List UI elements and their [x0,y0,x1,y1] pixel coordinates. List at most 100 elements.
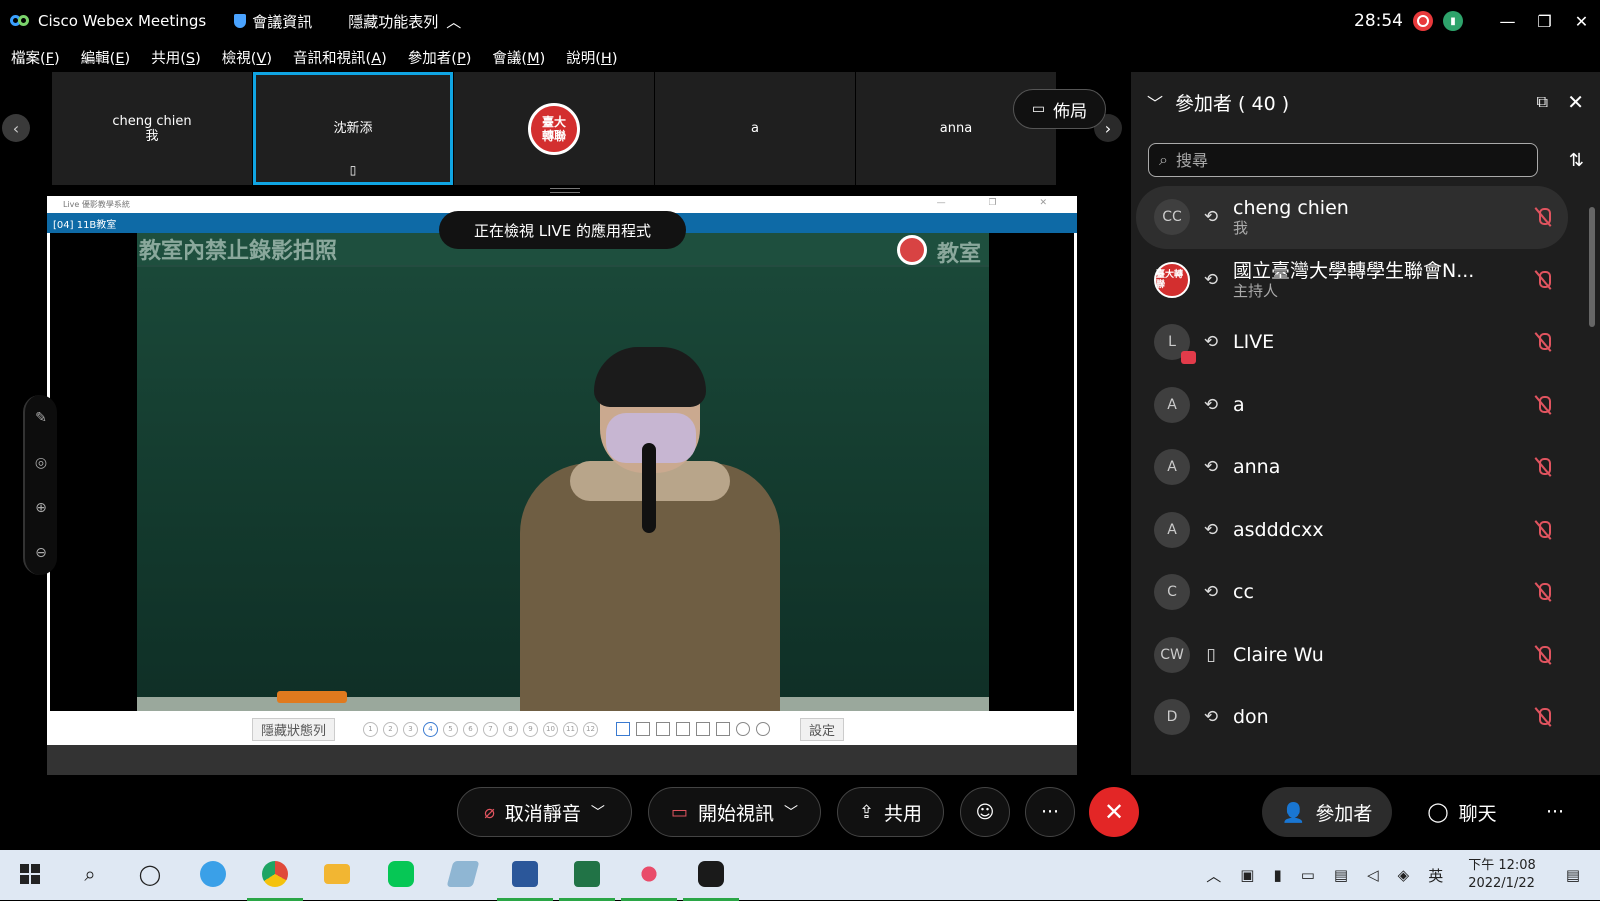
page-number[interactable]: 12 [583,721,599,737]
thumbnail-host[interactable]: 臺大轉聯 [454,72,654,185]
notification-icon[interactable]: ▤ [1566,866,1580,884]
page-number[interactable]: 10 [543,721,559,737]
muted-mic-icon[interactable] [1534,457,1552,477]
share-button[interactable]: ⇪ 共用 [837,787,944,837]
meet-now-icon[interactable]: ▣ [1240,866,1254,884]
participant-row[interactable]: CW ▯ Claire Wu [1136,624,1568,687]
panel-more-button[interactable]: ··· [1535,787,1575,837]
grid-4-icon[interactable] [676,722,691,736]
grid-3-icon[interactable] [656,722,671,736]
network-health-icon[interactable]: ▮ [1443,11,1463,31]
unmute-button[interactable]: ⌀ 取消靜音 ﹀ [457,787,632,837]
muted-mic-icon[interactable] [1534,707,1552,727]
excel-icon[interactable] [559,859,615,901]
participant-row[interactable]: D ⟲ don [1136,686,1568,749]
snipping-tool-icon[interactable] [621,859,677,901]
page-number[interactable]: 2 [383,721,399,737]
muted-mic-icon[interactable] [1534,520,1552,540]
hide-status-button[interactable]: 隱藏狀態列 [252,717,336,741]
start-video-button[interactable]: ▭ 開始視訊 ﹀ [648,787,821,837]
menu-share[interactable]: 共用(S) [151,47,201,68]
chevron-down-icon[interactable]: ﹀ [784,802,798,822]
zoom-out-icon[interactable]: ⊖ [35,545,47,561]
participant-row[interactable]: CC ⟲ cheng chien 我 [1136,186,1568,249]
notes-icon[interactable] [446,859,480,889]
collapse-chevron-icon[interactable]: ﹀ [1147,90,1163,114]
grid-2-icon[interactable] [636,722,651,736]
minimize-button[interactable]: — [1489,12,1526,31]
ie-icon[interactable] [198,859,228,889]
menu-file[interactable]: 檔案(F) [11,47,60,68]
search-box[interactable]: ⌕ [1148,143,1538,177]
menu-view[interactable]: 檢視(V) [222,47,272,68]
menu-meeting[interactable]: 會議(M) [492,47,545,68]
chevron-down-icon[interactable]: ﹀ [591,802,605,822]
dropbox-icon[interactable]: ◈ [1398,866,1410,884]
layout-button[interactable]: ▭ 佈局 [1013,89,1106,129]
start-button[interactable] [15,859,45,889]
thumb-prev-button[interactable]: ‹ [2,114,30,142]
task-view-icon[interactable]: ◯ [135,859,165,889]
menu-audio-video[interactable]: 音訊和視訊(A) [293,47,387,68]
hide-menu-button[interactable]: 隱藏功能表列 ︿ [348,11,461,32]
panel-scrollbar[interactable] [1589,207,1595,327]
participant-row[interactable]: 臺大轉聯 ⟲ 國立臺灣大學轉學生聯會N... 主持人 [1136,249,1568,312]
chat-toggle-button[interactable]: ◯ 聊天 [1412,787,1512,837]
participant-row[interactable]: A ⟲ asdddcxx [1136,499,1568,562]
more-options-button[interactable]: ··· [1025,787,1075,837]
chevron-up-icon[interactable]: ︿ [1206,865,1221,886]
participant-row[interactable]: L ⟲ LIVE [1136,311,1568,374]
thumbnail-active-speaker[interactable]: 沈新添 ▯ [253,72,453,185]
page-number[interactable]: 6 [463,721,479,737]
reactions-button[interactable]: ☺ [960,787,1010,837]
pen-icon[interactable]: ✎ [35,410,47,426]
muted-mic-icon[interactable] [1534,270,1552,290]
participants-toggle-button[interactable]: 👤 參加者 [1262,787,1392,837]
menu-help[interactable]: 說明(H) [566,47,617,68]
muted-mic-icon[interactable] [1534,395,1552,415]
leave-meeting-button[interactable]: ✕ [1089,787,1139,837]
file-explorer-icon[interactable] [322,859,352,889]
line-icon[interactable] [386,859,416,889]
close-window-button[interactable]: ✕ [1563,12,1600,31]
page-number[interactable]: 3 [403,721,419,737]
page-number[interactable]: 1 [363,721,379,737]
grid-1-icon[interactable] [616,722,631,736]
menu-participants[interactable]: 參加者(P) [408,47,472,68]
muted-mic-icon[interactable] [1534,332,1552,352]
chrome-icon[interactable] [247,859,303,901]
menu-edit[interactable]: 編輯(E) [81,47,131,68]
close-panel-icon[interactable]: ✕ [1567,90,1584,114]
participant-row[interactable]: A ⟲ a [1136,374,1568,437]
battery-icon[interactable]: ▭ [1301,866,1315,884]
muted-mic-icon[interactable] [1534,207,1552,227]
restore-button[interactable]: ❐ [1526,12,1563,31]
thumbnail-cheng-chien[interactable]: cheng chien 我 [52,72,252,185]
word-icon[interactable] [497,859,553,901]
search-input[interactable] [1175,150,1496,170]
page-number[interactable]: 5 [443,721,459,737]
muted-mic-icon[interactable] [1534,582,1552,602]
page-number[interactable]: 7 [483,721,499,737]
grid-6-icon[interactable] [716,722,731,736]
page-number[interactable]: 9 [523,721,539,737]
search-icon[interactable]: ⌕ [75,859,105,889]
arrow-down-icon[interactable] [756,722,771,736]
resize-handle[interactable] [550,188,580,193]
microphone-icon[interactable]: ▮ [1273,866,1281,884]
arrow-up-icon[interactable] [736,722,751,736]
thumbnail-a[interactable]: a [655,72,855,185]
page-number-current[interactable]: 4 [423,721,439,737]
recording-icon[interactable] [1413,11,1433,31]
network-icon[interactable]: ▤ [1334,866,1348,884]
zoom-in-icon[interactable]: ⊕ [35,500,47,516]
grid-5-icon[interactable] [696,722,711,736]
clock[interactable]: 下午 12:08 2022/1/22 [1468,857,1536,893]
participant-row[interactable]: A ⟲ anna [1136,436,1568,499]
ime-indicator[interactable]: 英 [1428,865,1443,886]
participant-row[interactable]: C ⟲ cc [1136,561,1568,624]
volume-icon[interactable]: ◁ [1367,866,1379,884]
webex-taskbar-icon[interactable] [683,859,739,901]
page-number[interactable]: 8 [503,721,519,737]
muted-mic-icon[interactable] [1534,645,1552,665]
